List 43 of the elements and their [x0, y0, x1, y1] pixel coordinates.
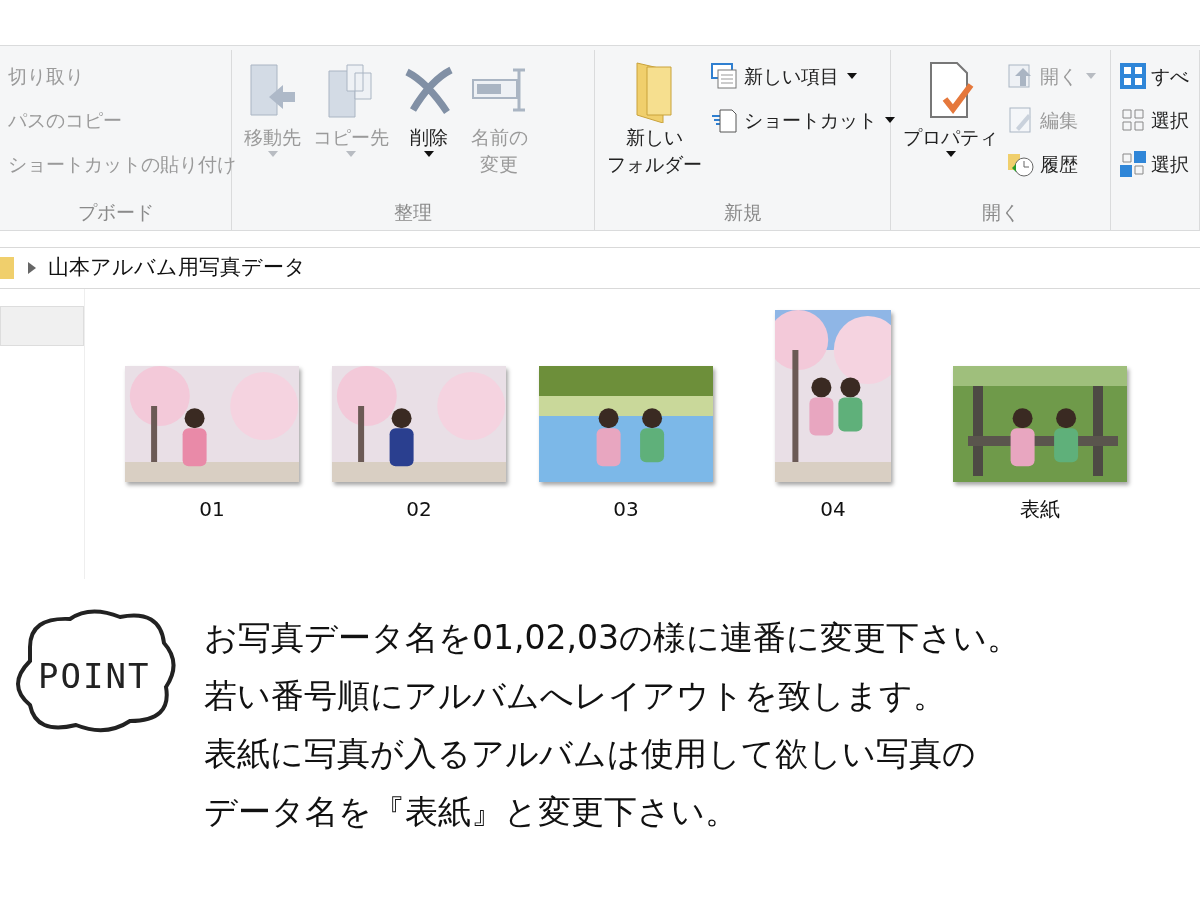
document-icon: [710, 106, 740, 134]
point-label: POINT: [38, 655, 151, 698]
ribbon-button[interactable]: すべ: [1119, 54, 1189, 98]
file-name: 04: [820, 496, 846, 523]
ribbon-button[interactable]: 削除: [397, 50, 461, 198]
file-item[interactable]: 04: [746, 310, 920, 524]
breadcrumb[interactable]: 山本アルバム用写真データ: [48, 252, 306, 284]
ribbon-button[interactable]: ショートカット: [710, 98, 895, 142]
grid-icon: [1119, 150, 1147, 178]
caret-icon: [1086, 73, 1096, 79]
caret-icon: [424, 151, 434, 157]
ribbon-button[interactable]: プロパティ: [899, 50, 1002, 198]
grid-icon: [1119, 62, 1147, 90]
instruction-text: 表紙に写真が入るアルバムは使用して欲しい写真の: [204, 733, 977, 775]
file-name: 03: [613, 496, 639, 523]
instruction-text: データ名を『表紙』と変更下さい。: [204, 791, 739, 833]
ribbon-button[interactable]: 新しい項目: [710, 54, 895, 98]
caret-icon: [847, 73, 857, 79]
ribbon-button[interactable]: 選択: [1119, 98, 1189, 142]
address-bar[interactable]: 山本アルバム用写真データ: [0, 247, 1200, 289]
caret-icon: [945, 151, 956, 157]
group-label: 開く: [980, 199, 1021, 225]
file-item[interactable]: 01: [125, 366, 299, 524]
caret-icon: [267, 151, 278, 157]
group-label: 新規: [722, 199, 763, 225]
file-item[interactable]: 02: [332, 366, 506, 524]
caret-icon: [885, 117, 895, 123]
file-name: 02: [406, 496, 432, 523]
instruction-text: お写真データ名を01,02,03の様に連番に変更下さい。: [204, 617, 1020, 659]
instruction-text: 若い番号順にアルバムへレイアウトを致します。: [204, 675, 947, 717]
ribbon-button[interactable]: 履歴: [1006, 142, 1096, 186]
file-item[interactable]: 03: [539, 366, 713, 524]
file-name: 01: [199, 496, 225, 523]
document-icon: [710, 62, 740, 90]
ribbon-button[interactable]: 新しい フォルダー: [603, 50, 706, 198]
file-item[interactable]: 表紙: [953, 366, 1127, 524]
grid-icon: [1119, 106, 1147, 134]
ribbon-button[interactable]: 選択: [1119, 142, 1189, 186]
group-label: プボード: [76, 199, 155, 225]
caret-icon: [346, 151, 356, 157]
chevron-right-icon: [28, 262, 36, 274]
group-label: 整理: [393, 199, 433, 225]
file-name: 表紙: [1020, 496, 1060, 523]
